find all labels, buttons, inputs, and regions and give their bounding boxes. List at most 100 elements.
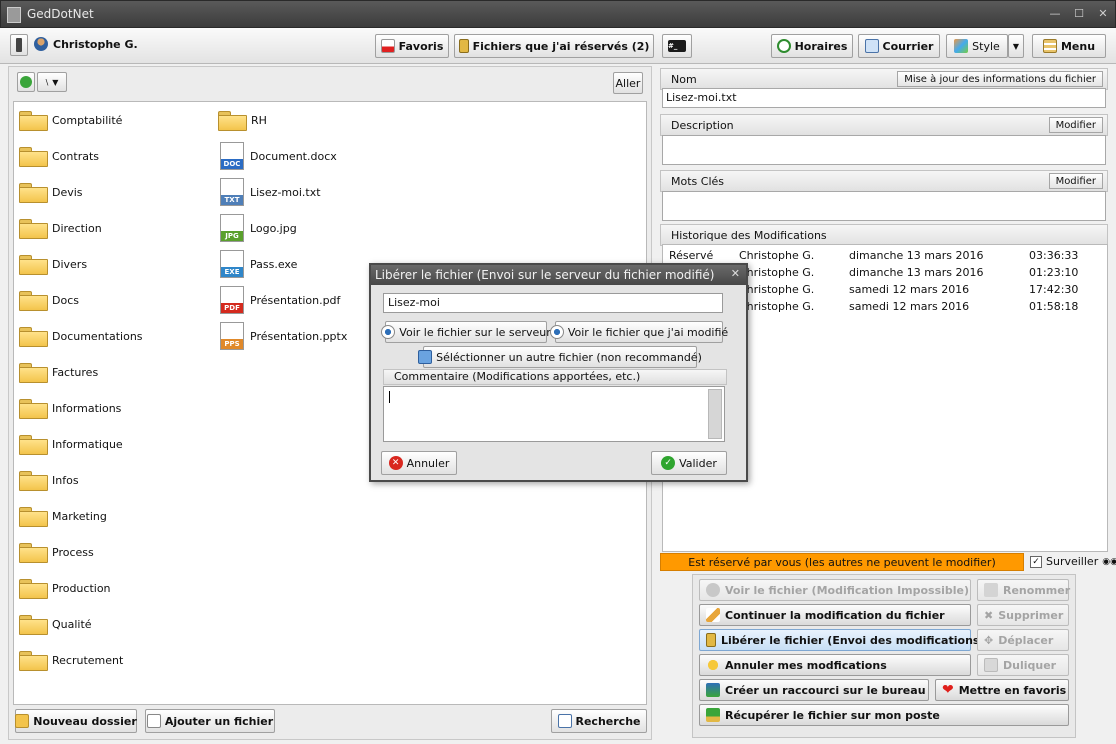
release-file-button[interactable]: Libérer le fichier (Envoi des modificati… [699, 629, 984, 651]
comment-scrollbar[interactable] [708, 389, 722, 439]
add-file-button[interactable]: Ajouter un fichier [145, 709, 275, 733]
folder-item[interactable]: RH [217, 108, 267, 132]
file-type-badge: PPS [221, 339, 243, 349]
dialog-validate-button[interactable]: ✓ Valider [651, 451, 727, 475]
reserved-files-button[interactable]: Fichiers que j'ai réservés (2) [454, 34, 654, 58]
folder-item[interactable]: Devis [18, 180, 83, 204]
history-date: dimanche 13 mars 2016 [849, 249, 984, 262]
description-field[interactable] [662, 135, 1106, 165]
folder-item[interactable]: Informatique [18, 432, 123, 456]
new-folder-button[interactable]: Nouveau dossier [15, 709, 137, 733]
close-icon[interactable]: ✕ [1095, 6, 1111, 22]
folder-item[interactable]: Infos [18, 468, 79, 492]
file-item[interactable]: EXE Pass.exe [220, 250, 297, 278]
go-button[interactable]: Aller [613, 72, 643, 94]
dialog-title: Libérer le fichier (Envoi sur le serveur… [375, 268, 715, 282]
watch-checkbox[interactable]: ✓ [1030, 555, 1042, 568]
dialog-cancel-label: Annuler [406, 456, 450, 470]
view-file-button[interactable]: Voir le fichier (Modification Impossible… [699, 579, 971, 601]
modify-description-button[interactable]: Modifier [1048, 117, 1103, 133]
file-name: Document.docx [250, 149, 337, 163]
favorites-button[interactable]: Favoris [375, 34, 449, 58]
dialog-close-icon[interactable]: ✕ [731, 267, 740, 280]
duplicate-icon [984, 658, 998, 672]
view-server-file-button[interactable]: Voir le fichier sur le serveur [381, 321, 551, 343]
reserved-status-bar: Est réservé par vous (les autres ne peuv… [660, 553, 1024, 571]
keywords-field[interactable] [662, 191, 1106, 221]
file-item[interactable]: PDF Présentation.pdf [220, 286, 340, 314]
add-favorite-label: Mettre en favoris [958, 683, 1067, 697]
back-button[interactable] [17, 72, 35, 92]
rename-button[interactable]: Renommer [977, 579, 1070, 601]
maximize-icon[interactable]: ☐ [1071, 6, 1087, 22]
folder-icon [18, 434, 48, 455]
add-favorite-button[interactable]: ❤ Mettre en favoris [935, 679, 1069, 701]
move-button[interactable]: ✥ Déplacer [977, 629, 1069, 651]
folder-item[interactable]: Factures [18, 360, 98, 384]
download-file-button[interactable]: Récupérer le fichier sur mon poste [699, 704, 1069, 726]
file-item[interactable]: DOC Document.docx [220, 142, 337, 170]
select-other-file-label: Séléctionner un autre fichier (non recom… [436, 350, 702, 364]
update-info-button[interactable]: Mise à jour des informations du fichier [897, 71, 1103, 87]
heart-icon: ❤ [942, 682, 954, 698]
folder-icon [18, 470, 48, 491]
folder-item[interactable]: Documentations [18, 324, 143, 348]
history-time: 03:36:33 [1029, 249, 1079, 262]
dialog-name-field[interactable]: Lisez-moi [383, 293, 723, 313]
view-modified-file-button[interactable]: Voir le fichier que j'ai modifié [549, 321, 728, 343]
folder-item[interactable]: Informations [18, 396, 121, 420]
select-other-file-button[interactable]: Séléctionner un autre fichier (non recom… [418, 346, 702, 368]
history-time: 01:58:18 [1029, 300, 1079, 313]
history-user: Christophe G. [739, 249, 815, 262]
delete-button[interactable]: ✖ Supprimer [977, 604, 1069, 626]
menu-button[interactable]: Menu [1032, 34, 1106, 58]
file-name: Lisez-moi.txt [250, 185, 321, 199]
folder-item[interactable]: Recrutement [18, 648, 123, 672]
minimize-icon[interactable]: — [1047, 6, 1063, 22]
folder-name: Infos [52, 473, 79, 487]
dialog-title-bar: Libérer le fichier (Envoi sur le serveur… [371, 265, 746, 285]
dialog-cancel-button[interactable]: ✕ Annuler [381, 451, 457, 475]
watch-toggle[interactable]: ✓ Surveiller ◉◉ [1030, 555, 1116, 568]
cancel-edits-button[interactable]: Annuler mes modfications [699, 654, 971, 676]
folder-item[interactable]: Docs [18, 288, 79, 312]
file-type-badge: EXE [221, 267, 243, 277]
folder-item[interactable]: Comptabilité [18, 108, 122, 132]
duplicate-button[interactable]: Duliquer [977, 654, 1069, 676]
mail-button[interactable]: Courrier [858, 34, 940, 58]
console-button[interactable]: #_ [662, 34, 692, 58]
folder-icon [18, 614, 48, 635]
history-date: samedi 12 mars 2016 [849, 300, 970, 313]
style-button[interactable]: Style [946, 34, 1008, 58]
folder-item[interactable]: Direction [18, 216, 102, 240]
comment-textarea[interactable] [383, 386, 725, 442]
folder-item[interactable]: Production [18, 576, 111, 600]
download-file-label: Récupérer le fichier sur mon poste [725, 708, 940, 722]
schedule-button[interactable]: Horaires [771, 34, 853, 58]
new-folder-label: Nouveau dossier [33, 714, 137, 728]
folder-name: Informatique [52, 437, 123, 451]
pin-button[interactable] [10, 34, 28, 56]
modify-keywords-button[interactable]: Modifier [1048, 173, 1103, 189]
app-title: GedDotNet [27, 7, 94, 21]
move-icon: ✥ [984, 633, 994, 647]
folder-item[interactable]: Process [18, 540, 94, 564]
history-row[interactable]: Réservé Christophe G. dimanche 13 mars 201… [663, 247, 1103, 264]
folder-item[interactable]: Qualité [18, 612, 92, 636]
style-dropdown[interactable]: ▼ [1008, 34, 1024, 58]
download-icon [706, 708, 720, 722]
continue-edit-button[interactable]: Continuer la modification du fichier [699, 604, 971, 626]
file-item[interactable]: JPG Logo.jpg [220, 214, 297, 242]
folder-item[interactable]: Divers [18, 252, 87, 276]
file-item[interactable]: PPS Présentation.pptx [220, 322, 347, 350]
create-shortcut-button[interactable]: Créer un raccourci sur le bureau [699, 679, 929, 701]
file-type-badge: PDF [221, 303, 243, 313]
style-label: Style [972, 39, 1000, 53]
folder-name: Marketing [52, 509, 107, 523]
path-dropdown[interactable]: \ ▼ [37, 72, 67, 92]
file-item[interactable]: TXT Lisez-moi.txt [220, 178, 321, 206]
search-button[interactable]: Recherche [551, 709, 647, 733]
folder-item[interactable]: Contrats [18, 144, 99, 168]
name-field[interactable]: Lisez-moi.txt [662, 88, 1106, 108]
folder-item[interactable]: Marketing [18, 504, 107, 528]
